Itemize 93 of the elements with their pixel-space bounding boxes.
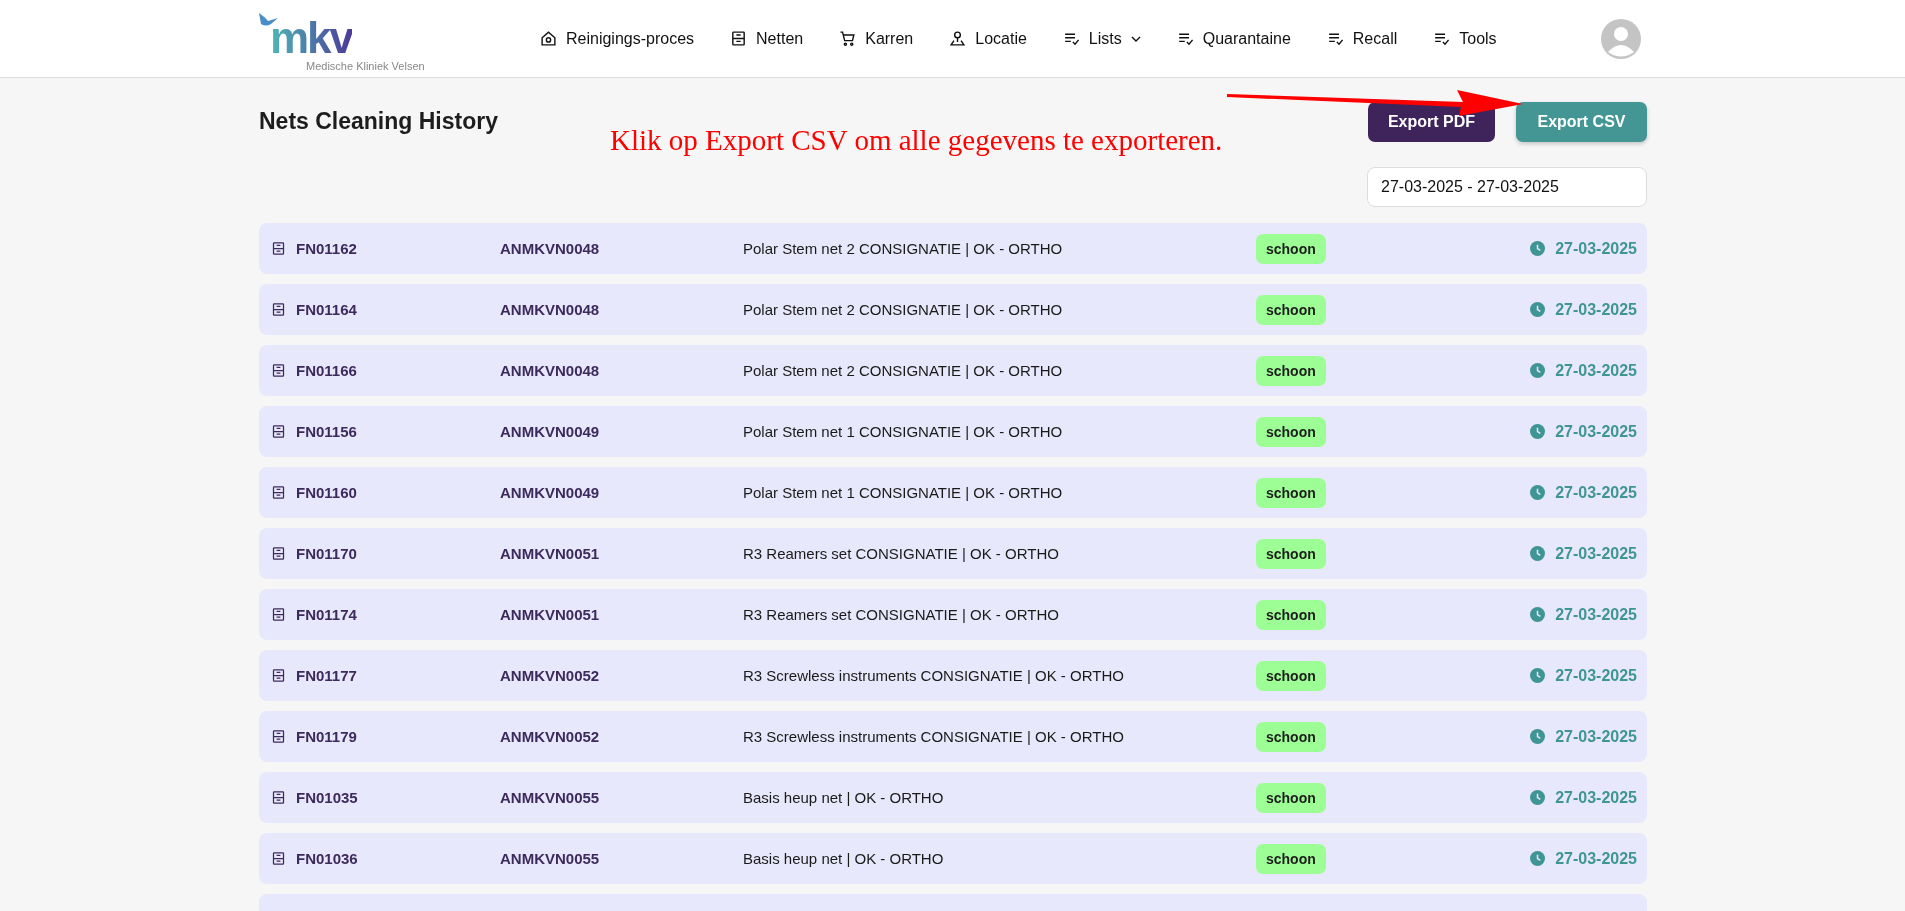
nav-link[interactable]: Quarantaine — [1176, 29, 1291, 48]
cabinet-icon — [271, 607, 286, 622]
cleaning-date: 27-03-2025 — [1555, 727, 1637, 746]
nav-link[interactable]: Tools — [1433, 29, 1497, 48]
nav-link[interactable]: Netten — [730, 29, 804, 48]
status-badge: schoon — [1256, 783, 1326, 813]
net-description: R3 Screwless instruments CONSIGNATIE | OK - ORTHO — [743, 667, 1125, 684]
net-code: ANMKVN0048 — [500, 362, 601, 379]
net-code: ANMKVN0055 — [500, 850, 601, 867]
cleaning-date: 27-03-2025 — [1555, 544, 1637, 563]
nav-link[interactable]: Recall — [1326, 29, 1398, 48]
nav-link[interactable]: Reinigings-proces — [540, 29, 695, 48]
net-description: Polar Stem net 1 CONSIGNATIE | OK - ORTHO — [743, 423, 1064, 440]
clock-icon — [1530, 668, 1546, 683]
net-id: FN01174 — [296, 606, 357, 623]
status-badge: schoon — [1256, 295, 1326, 325]
cleaning-date: 27-03-2025 — [1555, 239, 1637, 258]
cleaning-date: 27-03-2025 — [1555, 483, 1637, 502]
net-code: ANMKVN0051 — [500, 545, 601, 562]
cleaning-date: 27-03-2025 — [1555, 422, 1637, 441]
net-code: ANMKVN0049 — [500, 423, 601, 440]
cabinet-icon — [271, 729, 286, 744]
net-description: R3 Screwless instruments CONSIGNATIE | OK - ORTHO — [743, 728, 1125, 745]
nav-link[interactable]: Locatie — [949, 29, 1027, 48]
net-id: FN01156 — [296, 423, 357, 440]
cabinet-icon — [271, 485, 286, 500]
status-badge: schoon — [1256, 478, 1326, 508]
status-badge: schoon — [1256, 234, 1326, 264]
net-code: ANMKVN0052 — [500, 728, 601, 745]
net-description: Polar Stem net 1 CONSIGNATIE | OK - ORTHO — [743, 484, 1064, 501]
net-description: R3 Reamers set CONSIGNATIE | OK - ORTHO — [743, 606, 1060, 623]
net-id: FN01164 — [296, 301, 357, 318]
cleaning-date: 27-03-2025 — [1555, 849, 1637, 868]
net-id: FN01170 — [296, 545, 357, 562]
clock-icon — [1530, 424, 1546, 439]
page-title: Nets Cleaning History — [259, 108, 498, 135]
net-id: FN01162 — [296, 240, 357, 257]
clock-icon — [1530, 851, 1546, 866]
clock-icon — [1530, 302, 1546, 317]
net-description: Polar Stem net 2 CONSIGNATIE | OK - ORTHO — [743, 301, 1064, 318]
cleaning-date: 27-03-2025 — [1555, 300, 1637, 319]
cleaning-date: 27-03-2025 — [1555, 788, 1637, 807]
clock-icon — [1530, 729, 1546, 744]
net-description: R3 Reamers set CONSIGNATIE | OK - ORTHO — [743, 545, 1060, 562]
net-code: ANMKVN0055 — [500, 789, 601, 806]
cleaning-date: 27-03-2025 — [1555, 605, 1637, 624]
user-avatar[interactable] — [1601, 19, 1641, 59]
date-range-field[interactable]: 27-03-2025 - 27-03-2025 — [1367, 167, 1647, 207]
clock-icon — [1530, 546, 1546, 561]
cart-icon — [839, 30, 857, 47]
status-badge: schoon — [1256, 722, 1326, 752]
net-code: ANMKVN0049 — [500, 484, 601, 501]
status-badge: schoon — [1256, 356, 1326, 386]
nav-link[interactable]: Karren — [839, 29, 914, 48]
home-icon — [540, 30, 557, 47]
net-description: Basis heup net | OK - ORTHO — [743, 789, 945, 806]
cabinet-icon — [271, 790, 286, 805]
net-code: ANMKVN0052 — [500, 667, 601, 684]
clock-icon — [1530, 485, 1546, 500]
cleaning-date: 27-03-2025 — [1555, 666, 1637, 685]
status-badge: schoon — [1256, 661, 1326, 691]
cabinet-icon — [271, 363, 286, 378]
status-badge: schoon — [1256, 844, 1326, 874]
annotation-text: Klik op Export CSV om alle gegevens te exporteren. — [610, 124, 1223, 157]
status-badge: schoon — [1256, 600, 1326, 630]
clock-icon — [1530, 607, 1546, 622]
net-description: Polar Stem net 2 CONSIGNATIE | OK - ORTHO — [743, 240, 1064, 257]
cabinet-icon — [271, 546, 286, 561]
cleaning-date: 27-03-2025 — [1555, 361, 1637, 380]
status-badge: schoon — [1256, 417, 1326, 447]
net-id: FN01166 — [296, 362, 357, 379]
net-id: FN01179 — [296, 728, 357, 745]
cabinet-icon — [730, 30, 748, 47]
status-badge: schoon — [1256, 539, 1326, 569]
net-id: FN01177 — [296, 667, 357, 684]
cabinet-icon — [271, 668, 286, 683]
net-id: FN01160 — [296, 484, 357, 501]
cabinet-icon — [271, 302, 286, 317]
nav-link[interactable]: Lists — [1062, 29, 1141, 48]
net-code: ANMKVN0048 — [500, 301, 601, 318]
net-id: FN01035 — [296, 789, 358, 806]
location-icon — [949, 30, 967, 47]
clock-icon — [1530, 790, 1546, 805]
clock-icon — [1530, 241, 1546, 256]
net-code: ANMKVN0051 — [500, 606, 601, 623]
net-code: ANMKVN0048 — [500, 240, 601, 257]
net-id: FN01036 — [296, 850, 358, 867]
cabinet-icon — [271, 424, 286, 439]
net-description: Basis heup net | OK - ORTHO — [743, 850, 945, 867]
clock-icon — [1530, 363, 1546, 378]
cabinet-icon — [271, 241, 286, 256]
cabinet-icon — [271, 851, 286, 866]
net-description: Polar Stem net 2 CONSIGNATIE | OK - ORTHO — [743, 362, 1064, 379]
